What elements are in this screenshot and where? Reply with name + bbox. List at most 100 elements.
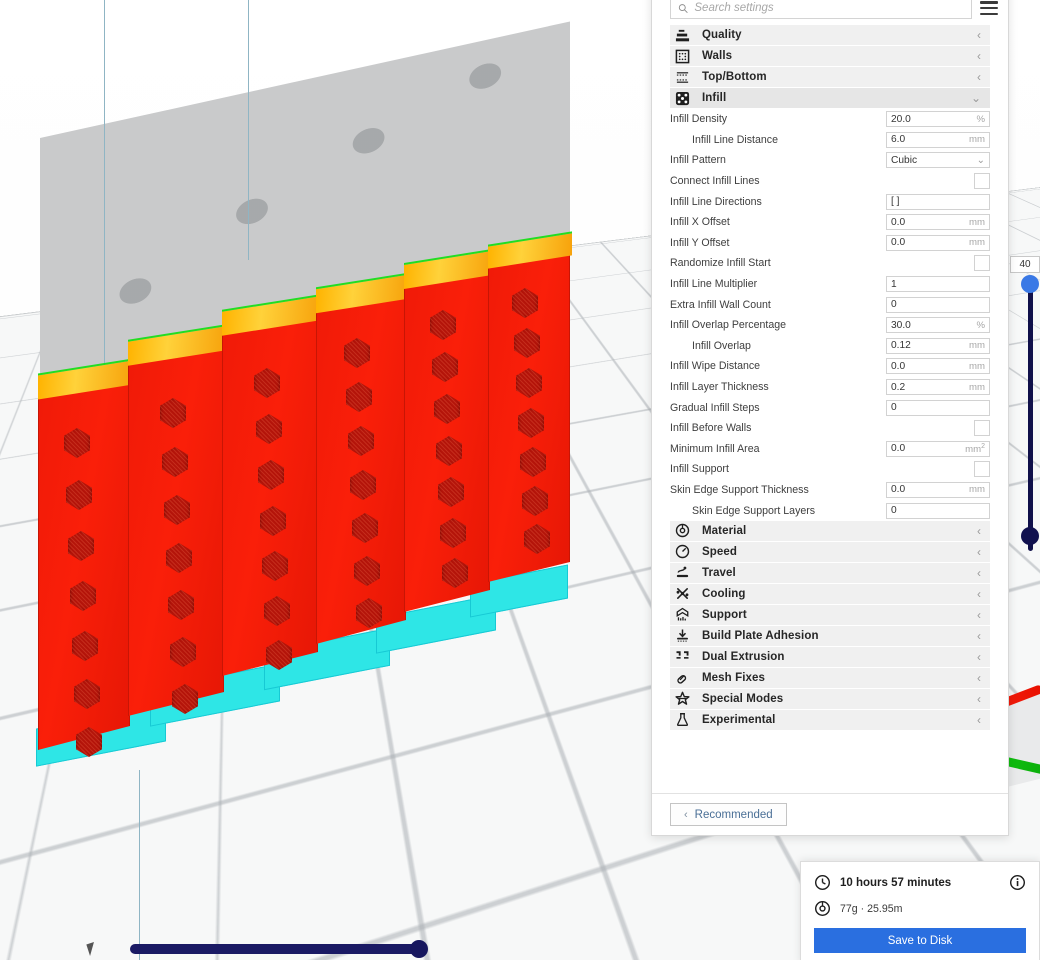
support-icon	[674, 606, 691, 623]
walls-icon	[674, 48, 691, 65]
setting-row: Infill Density 20.0%	[670, 109, 990, 130]
setting-control	[886, 420, 990, 437]
setting-text-input[interactable]: 1	[886, 276, 990, 293]
chevron-left-icon[interactable]: ‹	[977, 714, 981, 726]
settings-category-cooling[interactable]: Cooling ‹	[670, 583, 990, 604]
chevron-left-icon[interactable]: ‹	[977, 630, 981, 642]
setting-text-input[interactable]: 0	[886, 502, 990, 519]
setting-text-input[interactable]: 0.0 mm	[886, 358, 990, 375]
settings-category-support[interactable]: Support ‹	[670, 604, 990, 625]
chevron-down-icon[interactable]: ⌄	[971, 92, 981, 104]
setting-checkbox[interactable]	[974, 420, 990, 437]
setting-row: Infill Before Walls	[670, 418, 990, 439]
print-job-info-card: 10 hours 57 minutes 77g · 25.95m Save to…	[800, 861, 1040, 960]
chevron-left-icon[interactable]: ‹	[977, 525, 981, 537]
chevron-left-icon[interactable]: ‹	[977, 609, 981, 621]
settings-category-experimental[interactable]: Experimental ‹	[670, 709, 990, 730]
setting-control: 0.0 mm	[886, 481, 990, 498]
setting-label: Infill Y Offset	[670, 236, 730, 249]
material-spool-icon	[814, 900, 831, 917]
setting-checkbox[interactable]	[974, 461, 990, 478]
setting-text-input[interactable]: 0.0 mm	[886, 481, 990, 498]
chevron-left-icon[interactable]: ‹	[977, 29, 981, 41]
setting-text-input[interactable]: 0.12 mm	[886, 337, 990, 354]
settings-category-material[interactable]: Material ‹	[670, 520, 990, 541]
setting-text-input[interactable]: 6.0 mm	[886, 131, 990, 148]
setting-dropdown[interactable]: Cubic ⌄	[886, 152, 990, 169]
setting-unit: mm2	[965, 442, 985, 455]
setting-unit: mm	[969, 216, 985, 228]
settings-category-build-plate-adhesion[interactable]: Build Plate Adhesion ‹	[670, 625, 990, 646]
hamburger-menu-icon[interactable]	[980, 1, 998, 15]
category-label: Top/Bottom	[702, 71, 767, 83]
setting-row: Connect Infill Lines	[670, 171, 990, 192]
settings-category-top-bottom[interactable]: Top/Bottom ‹	[670, 67, 990, 87]
setting-label: Infill Overlap	[692, 339, 751, 352]
settings-category-travel[interactable]: Travel ‹	[670, 562, 990, 583]
category-label: Mesh Fixes	[702, 671, 765, 684]
setting-unit: mm	[969, 484, 985, 496]
chevron-left-icon[interactable]: ‹	[977, 693, 981, 705]
layer-slider-upper-handle[interactable]	[1021, 275, 1039, 293]
setting-row: Infill Line Directions [ ]	[670, 191, 990, 212]
setting-text-input[interactable]: 0	[886, 296, 990, 313]
setting-label: Infill Line Distance	[692, 133, 778, 146]
settings-category-infill[interactable]: Infill ⌄	[670, 88, 990, 108]
layer-view-slider[interactable]: 40	[1010, 255, 1040, 555]
chevron-left-icon[interactable]: ‹	[977, 567, 981, 579]
material-usage: 77g · 25.95m	[840, 902, 903, 915]
info-circle-icon[interactable]	[1009, 874, 1026, 891]
search-settings-box[interactable]	[670, 0, 972, 19]
chevron-left-icon[interactable]: ‹	[977, 672, 981, 684]
settings-category-speed[interactable]: Speed ‹	[670, 541, 990, 562]
infill-icon	[674, 90, 691, 107]
layer-slider-lower-handle[interactable]	[1021, 527, 1039, 545]
settings-category-quality[interactable]: Quality ‹	[670, 25, 990, 45]
setting-row: Infill Wipe Distance 0.0 mm	[670, 356, 990, 377]
settings-category-dual-extrusion[interactable]: Dual Extrusion ‹	[670, 646, 990, 667]
settings-list[interactable]: Quality ‹ Walls ‹ Top/Bottom ‹ Infill ⌄ …	[652, 25, 1008, 793]
setting-text-input[interactable]: 0.2 mm	[886, 379, 990, 396]
setting-checkbox[interactable]	[974, 173, 990, 190]
setting-row: Infill Overlap 0.12 mm	[670, 336, 990, 357]
settings-panel-footer: ‹ Recommended	[652, 793, 1008, 835]
settings-category-mesh-fixes[interactable]: Mesh Fixes ‹	[670, 667, 990, 688]
category-label: Infill	[702, 92, 727, 104]
chevron-left-icon[interactable]: ‹	[977, 71, 981, 83]
setting-value: 0	[891, 505, 897, 517]
simulation-path-slider-handle[interactable]	[410, 940, 428, 958]
recommended-button-label: Recommended	[694, 808, 773, 821]
chevron-left-icon[interactable]: ‹	[977, 588, 981, 600]
sliced-model[interactable]	[0, 0, 660, 800]
setting-label: Skin Edge Support Layers	[692, 504, 816, 517]
setting-text-input[interactable]: [ ]	[886, 193, 990, 210]
setting-text-input[interactable]: 0.0 mm	[886, 214, 990, 231]
category-label: Build Plate Adhesion	[702, 629, 819, 642]
setting-value: [ ]	[891, 196, 900, 208]
chevron-left-icon[interactable]: ‹	[977, 546, 981, 558]
category-label: Cooling	[702, 587, 746, 600]
save-to-disk-button[interactable]: Save to Disk	[814, 928, 1026, 953]
setting-text-input[interactable]: 0	[886, 399, 990, 416]
setting-value: 0.12	[891, 340, 911, 352]
setting-text-input[interactable]: 0.0 mm2	[886, 440, 990, 457]
setting-row: Skin Edge Support Layers 0	[670, 500, 990, 521]
chevron-left-icon[interactable]: ‹	[977, 50, 981, 62]
chevron-down-icon[interactable]: ⌄	[977, 155, 985, 166]
setting-text-input[interactable]: 20.0%	[886, 111, 990, 128]
quality-icon	[674, 27, 691, 44]
setting-checkbox[interactable]	[974, 255, 990, 272]
settings-category-walls[interactable]: Walls ‹	[670, 46, 990, 66]
recommended-mode-button[interactable]: ‹ Recommended	[670, 803, 787, 826]
layer-slider-track[interactable]	[1028, 279, 1033, 551]
search-input[interactable]	[694, 2, 964, 14]
setting-text-input[interactable]: 30.0%	[886, 317, 990, 334]
setting-text-input[interactable]: 0.0 mm	[886, 234, 990, 251]
simulation-path-slider[interactable]	[130, 940, 428, 958]
setting-control: 1	[886, 276, 990, 293]
setting-control: 0.0 mm	[886, 358, 990, 375]
chevron-left-icon[interactable]: ‹	[977, 651, 981, 663]
settings-category-special-modes[interactable]: Special Modes ‹	[670, 688, 990, 709]
setting-control: 0	[886, 502, 990, 519]
setting-row: Infill Pattern Cubic ⌄	[670, 150, 990, 171]
